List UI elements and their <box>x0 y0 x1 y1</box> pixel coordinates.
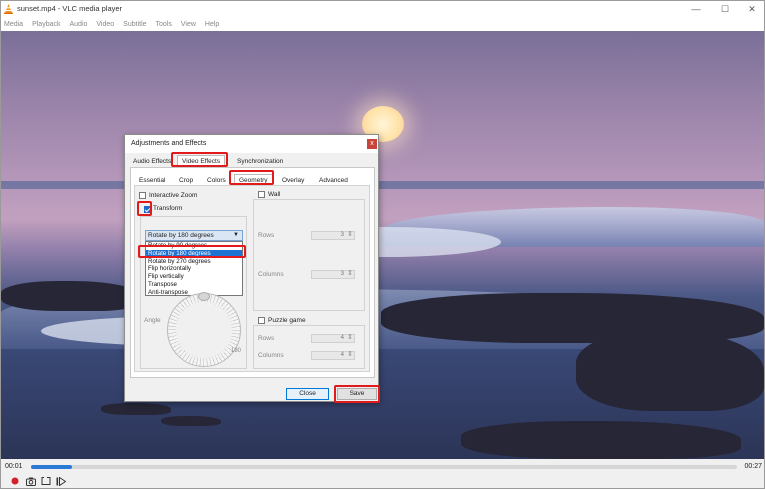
seek-fill <box>31 465 72 469</box>
window-title: sunset.mp4 - VLC media player <box>17 4 123 13</box>
vlc-cone-icon <box>4 4 13 14</box>
transform-dropdown-list: Rotate by 90 degrees Rotate by 180 degre… <box>145 241 243 296</box>
wall-group <box>253 199 365 311</box>
save-button[interactable]: Save <box>337 388 377 400</box>
frame-step-icon[interactable] <box>55 475 67 487</box>
adjustments-dialog: Adjustments and Effects x Audio Effects … <box>124 134 380 403</box>
rock <box>161 416 221 426</box>
playback-controls <box>1 474 764 488</box>
menu-playback[interactable]: Playback <box>32 21 60 28</box>
transform-option[interactable]: Transpose <box>146 281 242 289</box>
angle-dial[interactable] <box>167 293 241 367</box>
interactive-zoom-checkbox[interactable] <box>139 192 146 199</box>
dialog-title: Adjustments and Effects <box>131 140 207 147</box>
vlc-window: sunset.mp4 - VLC media player — ☐ ✕ Medi… <box>0 0 765 489</box>
transform-option[interactable]: Rotate by 90 degrees <box>146 242 242 250</box>
dialog-title-bar: Adjustments and Effects x <box>125 135 378 153</box>
title-bar: sunset.mp4 - VLC media player — ☐ ✕ <box>1 1 764 17</box>
menu-help[interactable]: Help <box>205 21 219 28</box>
close-window-button[interactable]: ✕ <box>738 1 765 17</box>
menu-audio[interactable]: Audio <box>69 21 87 28</box>
rock <box>101 403 171 415</box>
wall-rows-spinbox[interactable]: 3 <box>311 231 355 240</box>
puzzle-rows-label: Rows <box>258 335 275 342</box>
tab-audio-effects[interactable]: Audio Effects <box>129 156 175 167</box>
transform-checkbox[interactable] <box>144 206 151 213</box>
wall-columns-label: Columns <box>258 271 284 278</box>
video-area[interactable] <box>1 31 764 459</box>
wall-columns-spinbox[interactable]: 3 <box>311 270 355 279</box>
horizon <box>1 181 764 189</box>
transform-option[interactable]: Flip vertically <box>146 273 242 281</box>
interactive-zoom-label: Interactive Zoom <box>149 192 198 199</box>
menu-tools[interactable]: Tools <box>156 21 172 28</box>
seek-bar-row: 00:01 00:27 <box>1 459 764 474</box>
transform-option-selected[interactable]: Rotate by 180 degrees <box>146 249 242 258</box>
menu-bar: Media Playback Audio Video Subtitle Tool… <box>1 17 764 31</box>
seek-slider[interactable] <box>31 465 737 469</box>
transform-option[interactable]: Rotate by 270 degrees <box>146 258 242 266</box>
menu-video[interactable]: Video <box>96 21 114 28</box>
tab-synchronization[interactable]: Synchronization <box>233 156 287 167</box>
puzzle-checkbox[interactable] <box>258 317 265 324</box>
wall-rows-label: Rows <box>258 232 275 239</box>
loop-icon[interactable] <box>40 475 52 487</box>
rock <box>576 331 764 411</box>
dropdown-arrow-icon: ▼ <box>233 232 239 238</box>
puzzle-rows-spinbox[interactable]: 4 <box>311 334 355 343</box>
menu-subtitle[interactable]: Subtitle <box>123 21 146 28</box>
puzzle-columns-label: Columns <box>258 352 284 359</box>
minimize-button[interactable]: — <box>682 1 710 17</box>
transform-option[interactable]: Flip horizontally <box>146 265 242 273</box>
wall-checkbox[interactable] <box>258 191 265 198</box>
rock <box>1 281 141 311</box>
angle-label: Angle <box>144 317 161 324</box>
puzzle-label: Puzzle game <box>268 317 306 324</box>
rock <box>461 421 741 459</box>
tab-geometry[interactable]: Geometry <box>234 174 273 185</box>
menu-view[interactable]: View <box>181 21 196 28</box>
transform-label: Transform <box>153 205 183 212</box>
record-icon[interactable] <box>9 475 21 487</box>
menu-media[interactable]: Media <box>4 21 23 28</box>
current-time: 00:01 <box>5 463 23 470</box>
snapshot-icon[interactable] <box>25 475 37 487</box>
total-time: 00:27 <box>744 463 762 470</box>
angle-value: 180 <box>231 348 242 354</box>
dialog-close-icon[interactable]: x <box>367 139 377 149</box>
close-button[interactable]: Close <box>286 388 329 400</box>
tab-video-effects[interactable]: Video Effects <box>177 155 226 166</box>
transform-select[interactable]: Rotate by 180 degrees ▼ <box>145 230 243 241</box>
wall-label: Wall <box>268 191 281 198</box>
puzzle-columns-spinbox[interactable]: 4 <box>311 351 355 360</box>
transform-selected-value: Rotate by 180 degrees <box>148 232 214 239</box>
puzzle-group <box>253 325 365 369</box>
angle-dial-knob[interactable] <box>198 292 210 301</box>
maximize-button[interactable]: ☐ <box>711 1 739 17</box>
